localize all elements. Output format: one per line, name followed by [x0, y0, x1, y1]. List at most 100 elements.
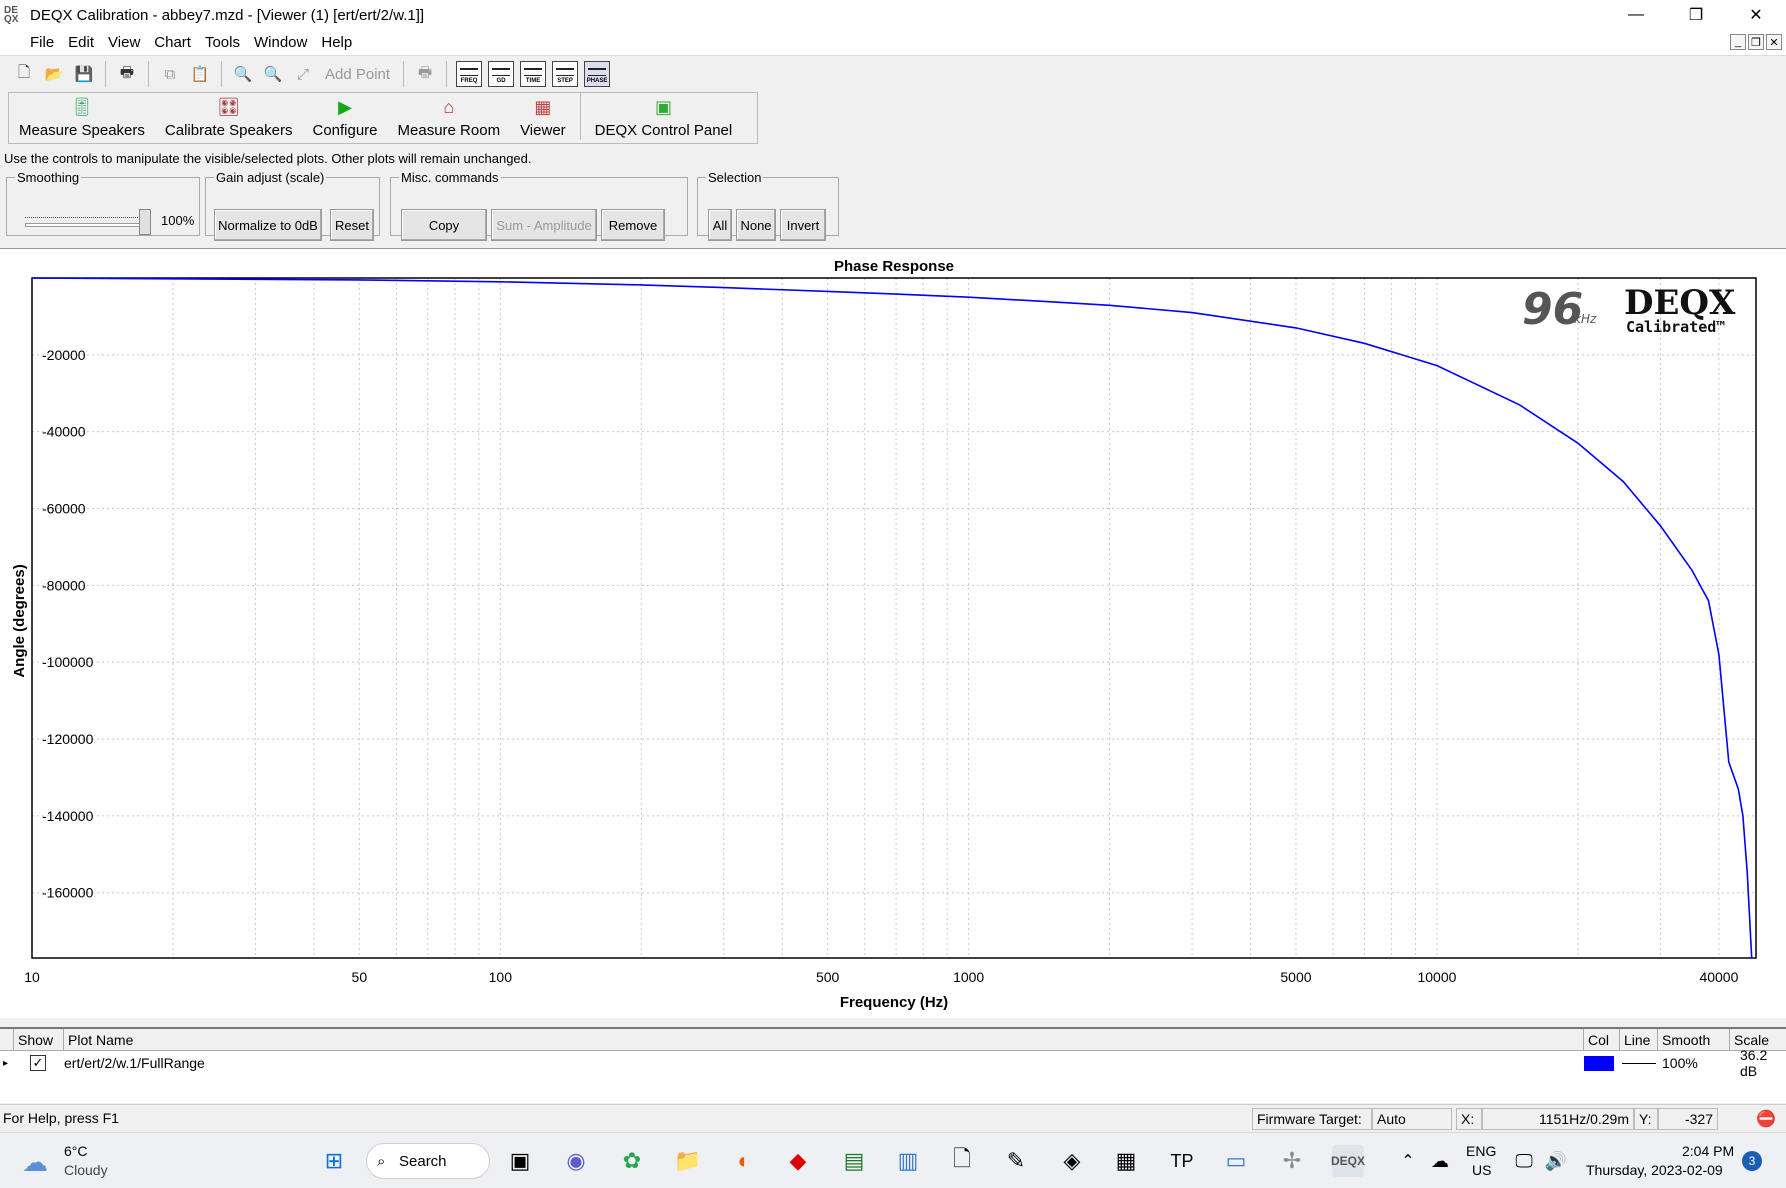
- configure-button[interactable]: ▶ Configure: [312, 96, 377, 140]
- start-windows-icon[interactable]: ⊞: [318, 1145, 350, 1177]
- deqx-logo: 96 kHz DEQX Calibrated™: [1522, 283, 1736, 336]
- keyboard-region[interactable]: US: [1472, 1162, 1491, 1178]
- logo-brand: DEQX: [1624, 283, 1736, 323]
- calculator-icon[interactable]: ▦: [1110, 1145, 1142, 1177]
- evernote-icon[interactable]: ✿: [616, 1145, 648, 1177]
- step-chart-icon[interactable]: STEP: [552, 61, 579, 87]
- menu-view[interactable]: View: [108, 34, 140, 51]
- invert-selection-button[interactable]: Invert: [780, 209, 826, 241]
- smoothing-slider-track[interactable]: [25, 223, 150, 227]
- mdi-minimize-icon[interactable]: _: [1730, 34, 1746, 50]
- room-icon: ⌂: [443, 96, 455, 117]
- group-delay-chart-icon[interactable]: GD: [488, 61, 515, 87]
- col-color-header[interactable]: Col: [1584, 1029, 1620, 1051]
- reset-button[interactable]: Reset: [330, 209, 374, 241]
- menu-window[interactable]: Window: [254, 34, 307, 51]
- print-icon[interactable]: 🖶: [115, 62, 139, 86]
- plot-name-cell: ert/ert/2/w.1/FullRange: [64, 1055, 205, 1071]
- add-point-button[interactable]: Add Point: [325, 66, 390, 83]
- viewer-button[interactable]: ▦ Viewer: [520, 96, 566, 140]
- add-point-icon[interactable]: ⤢: [291, 62, 315, 86]
- select-none-button[interactable]: None: [736, 209, 776, 241]
- plot-line-sample: [1622, 1063, 1656, 1064]
- firefox-icon[interactable]: ◐: [728, 1145, 760, 1177]
- tp-app-icon[interactable]: TP: [1166, 1145, 1198, 1177]
- select-all-button[interactable]: All: [708, 209, 732, 241]
- weather-cloud-icon: ☁: [22, 1147, 48, 1177]
- measure-room-button[interactable]: ⌂ Measure Room: [398, 96, 501, 140]
- deqx-taskbar-icon[interactable]: DEQX: [1331, 1145, 1365, 1177]
- phase-chart-icon[interactable]: PHASE: [584, 61, 611, 87]
- zoom-in-icon[interactable]: 🔍: [261, 62, 285, 86]
- menu-file[interactable]: File: [30, 34, 54, 51]
- plot-list-table: Show Plot Name Col Line Smooth Scale ▸ ✓…: [0, 1027, 1786, 1103]
- window-title: DEQX Calibration - abbey7.mzd - [Viewer …: [30, 6, 425, 24]
- clock-time[interactable]: 2:04 PM: [1682, 1143, 1734, 1159]
- network-icon[interactable]: 🖵: [1508, 1145, 1540, 1177]
- language-code[interactable]: ENG: [1466, 1143, 1496, 1159]
- misc-commands-group: Misc. commands Copy Sum - Amplitude Remo…: [390, 170, 688, 241]
- window-app-icon[interactable]: ▭: [1220, 1145, 1252, 1177]
- copy-icon[interactable]: ⧉: [158, 62, 182, 86]
- new-file-icon[interactable]: 🗋: [12, 62, 36, 86]
- notepad-plus-icon[interactable]: ✎: [1000, 1145, 1032, 1177]
- tidal-icon[interactable]: ◈: [1056, 1145, 1088, 1177]
- cursor-x-label: X:: [1456, 1108, 1482, 1130]
- sum-amplitude-button[interactable]: Sum - Amplitude: [491, 209, 597, 241]
- volume-icon[interactable]: 🔊: [1540, 1145, 1572, 1177]
- minimize-button[interactable]: —: [1608, 0, 1664, 30]
- paste-icon[interactable]: 📋: [188, 62, 212, 86]
- chart-title: Phase Response: [834, 258, 954, 275]
- selection-group: Selection All None Invert: [697, 170, 839, 241]
- menu-edit[interactable]: Edit: [68, 34, 94, 51]
- menu-tools[interactable]: Tools: [205, 34, 240, 51]
- print-preview-icon[interactable]: 🖶: [413, 62, 437, 86]
- freq-chart-icon[interactable]: FREQ: [456, 61, 483, 87]
- menu-chart[interactable]: Chart: [154, 34, 191, 51]
- gd-chart-label: GD: [496, 78, 506, 84]
- toolbar-separator: [221, 61, 222, 87]
- fan-app-icon[interactable]: ✢: [1276, 1145, 1308, 1177]
- y-tick-label: -120000: [42, 731, 94, 747]
- onedrive-icon[interactable]: ☁: [1424, 1145, 1456, 1177]
- show-checkbox[interactable]: ✓: [30, 1055, 46, 1071]
- normalize-button[interactable]: Normalize to 0dB: [214, 209, 322, 241]
- restore-button[interactable]: ❐: [1668, 0, 1724, 30]
- save-icon[interactable]: 💾: [72, 62, 96, 86]
- notepad-icon[interactable]: ▥: [892, 1145, 924, 1177]
- phase-response-chart[interactable]: 10 50 100 500 1000 5000 10000 40000 -20000 -40000…: [0, 249, 1786, 1019]
- deqx-control-panel-button[interactable]: ▣ DEQX Control Panel: [595, 96, 733, 140]
- remove-button[interactable]: Remove: [601, 209, 665, 241]
- copy-button[interactable]: Copy: [401, 209, 487, 241]
- device-disconnected-icon: ⛔: [1756, 1111, 1776, 1128]
- smoothing-slider-thumb[interactable]: [139, 209, 151, 235]
- col-smooth-header[interactable]: Smooth: [1658, 1029, 1730, 1051]
- mdi-close-icon[interactable]: ✕: [1766, 34, 1782, 50]
- taskbar-search-box[interactable]: ⌕ Search: [366, 1143, 490, 1179]
- zoom-out-icon[interactable]: 🔍: [231, 62, 255, 86]
- menu-help[interactable]: Help: [321, 34, 352, 51]
- close-button[interactable]: ✕: [1728, 0, 1784, 30]
- notification-badge[interactable]: 3: [1742, 1151, 1762, 1171]
- red-app-icon[interactable]: ◆: [782, 1145, 814, 1177]
- col-show-header[interactable]: Show: [14, 1029, 64, 1051]
- teams-chat-icon[interactable]: ◉: [560, 1145, 592, 1177]
- time-chart-icon[interactable]: TIME: [520, 61, 547, 87]
- clock-date[interactable]: Thursday, 2023-02-09: [1586, 1162, 1723, 1178]
- rew-icon[interactable]: ▤: [838, 1145, 870, 1177]
- calibrate-speakers-button[interactable]: 🎛 Calibrate Speakers: [165, 96, 293, 140]
- file-explorer-icon[interactable]: 📁: [672, 1145, 704, 1177]
- measure-speakers-button[interactable]: 🎚 Measure Speakers: [19, 96, 145, 140]
- phase-series-line: [31, 277, 1753, 959]
- task-view-icon[interactable]: ▣: [504, 1145, 536, 1177]
- y-tick-label: -100000: [42, 654, 94, 670]
- mdi-restore-icon[interactable]: ❐: [1748, 34, 1764, 50]
- col-plot-name-header[interactable]: Plot Name: [64, 1029, 1584, 1051]
- plot-color-swatch[interactable]: [1584, 1056, 1614, 1071]
- col-line-header[interactable]: Line: [1620, 1029, 1658, 1051]
- document-icon[interactable]: 🗋: [946, 1145, 978, 1177]
- chart-area[interactable]: 10 50 100 500 1000 5000 10000 40000 -20000 -40000…: [0, 248, 1786, 1018]
- tray-chevron-icon[interactable]: ⌃: [1392, 1145, 1424, 1177]
- open-folder-icon[interactable]: 📂: [42, 62, 66, 86]
- standard-toolbar: 🗋 📂 💾 🖶 ⧉ 📋 🔍 🔍 ⤢ Add Point 🖶 FREQ GD TI…: [0, 57, 1786, 91]
